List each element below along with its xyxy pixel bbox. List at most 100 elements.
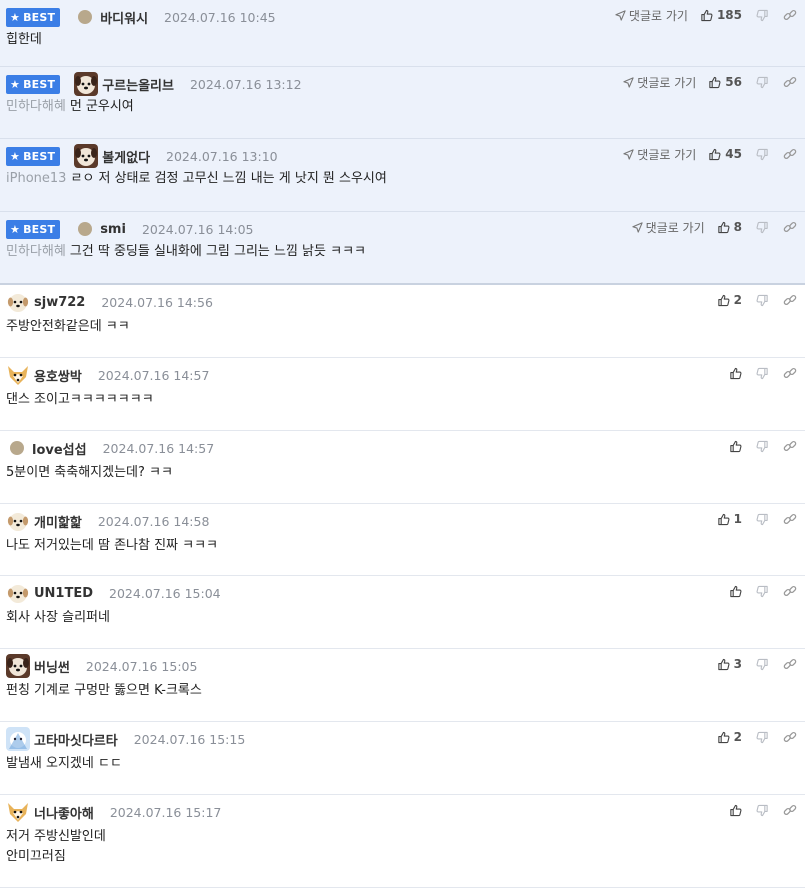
like-button[interactable]: 185 [700, 8, 742, 22]
link-icon[interactable] [783, 75, 797, 89]
best-label: BEST [23, 10, 56, 24]
nickname[interactable]: UN1TED [34, 586, 93, 601]
thumbs-down-icon[interactable] [756, 221, 769, 234]
link-icon[interactable] [783, 730, 797, 744]
location-arrow-icon [623, 76, 637, 88]
nickname[interactable]: 버닝썬 [34, 657, 70, 676]
like-count: 3 [733, 657, 742, 671]
comment-body: 나도 저거있는데 땀 존나참 진짜 ㅋㅋㅋ [6, 536, 218, 556]
avatar[interactable] [10, 441, 24, 455]
like-button[interactable] [729, 440, 742, 453]
puppy-avatar[interactable] [6, 509, 30, 533]
best-comment: ★ BEST smi 2024.07.16 14:05 민하다해혜 그건 딱 중딩들 실내… [0, 212, 805, 285]
like-button[interactable] [729, 804, 742, 817]
nickname[interactable]: 개미핥핥 [34, 512, 82, 531]
comment-date: 2024.07.16 15:05 [85, 658, 198, 674]
like-count: 56 [725, 75, 742, 89]
like-button[interactable]: 3 [717, 657, 742, 671]
comment-actions: 댓글로 가기 45 [623, 144, 797, 164]
device-label: iPhone13 [6, 171, 67, 186]
link-icon[interactable] [783, 366, 797, 380]
like-button[interactable]: 2 [717, 293, 742, 307]
thumbs-down-icon[interactable] [756, 367, 769, 380]
comment-date: 2024.07.16 13:12 [189, 76, 302, 92]
goto-reply-link[interactable]: 댓글로 가기 [623, 146, 696, 163]
like-button[interactable]: 45 [708, 147, 742, 161]
comment-body: 펀칭 기계로 구멍만 뚫으면 K-크록스 [6, 681, 202, 701]
comment-body: iPhone13 ㄹㅇ 저 상태로 검정 고무신 느낌 내는 게 낫지 뭔 스우시… [6, 169, 387, 189]
like-count: 2 [733, 293, 742, 307]
comment-item: 버닝썬 2024.07.16 15:05 펀칭 기계로 구멍만 뚫으면 K-크록스 3 [0, 649, 805, 722]
nickname[interactable]: 볼게없다 [102, 147, 150, 166]
nickname[interactable]: 바디워시 [100, 8, 148, 27]
link-icon[interactable] [783, 657, 797, 671]
link-icon[interactable] [783, 293, 797, 307]
thumbs-up-icon [717, 513, 730, 526]
comment-body: 힙한데 [6, 30, 42, 50]
comment-item: 너나좋아해 2024.07.16 15:17 저거 주방신발인데 안미끄러짐 [0, 795, 805, 888]
nickname[interactable]: smi [100, 222, 126, 237]
thumbs-down-icon[interactable] [756, 294, 769, 307]
link-icon[interactable] [783, 803, 797, 817]
thumbs-down-icon[interactable] [756, 9, 769, 22]
fox-avatar[interactable] [6, 800, 30, 824]
comment-date: 2024.07.16 13:10 [166, 148, 278, 164]
link-icon[interactable] [783, 512, 797, 526]
nickname[interactable]: 구르는올리브 [102, 75, 174, 94]
thumbs-up-icon [717, 731, 730, 744]
nickname[interactable]: 너나좋아해 [34, 803, 94, 822]
like-button[interactable]: 1 [717, 512, 742, 526]
thumbs-down-icon[interactable] [756, 804, 769, 817]
puppy-avatar[interactable] [6, 290, 30, 314]
thumbs-down-icon[interactable] [756, 76, 769, 89]
avatar[interactable] [78, 10, 93, 24]
goto-reply-label: 댓글로 가기 [637, 75, 697, 90]
link-icon[interactable] [783, 147, 797, 161]
thumbs-down-icon[interactable] [756, 148, 769, 161]
like-button[interactable] [729, 367, 742, 380]
thumbs-up-icon [717, 221, 730, 234]
goto-reply-link[interactable]: 댓글로 가기 [615, 7, 688, 24]
best-badge: ★ BEST [6, 146, 61, 166]
comment-text: 그건 딱 중딩들 실내화에 그림 그리는 느낌 낡듯 ㅋㅋㅋ [69, 244, 366, 259]
comment-header: 용호쌍박 2024.07.16 14:57 [6, 363, 209, 387]
comment-item: 용호쌍박 2024.07.16 14:57 댄스 조이고ㅋㅋㅋㅋㅋㅋㅋ [0, 358, 805, 431]
thumbs-up-icon [708, 76, 721, 89]
comment-header: sjw722 2024.07.16 14:56 [6, 290, 213, 314]
like-button[interactable]: 2 [717, 730, 742, 744]
blue-avatar[interactable] [6, 727, 30, 751]
comment-date: 2024.07.16 14:57 [102, 440, 215, 456]
like-button[interactable]: 56 [708, 75, 742, 89]
avatar[interactable] [78, 222, 93, 236]
thumbs-down-icon[interactable] [756, 513, 769, 526]
thumbs-down-icon[interactable] [756, 731, 769, 744]
nickname[interactable]: 고타마싯다르타 [34, 730, 118, 749]
dog-avatar[interactable] [74, 144, 99, 168]
comment-date: 2024.07.16 14:56 [101, 294, 213, 310]
puppy-avatar[interactable] [6, 581, 30, 605]
comment-text: 5분이면 축축해지겠는데? ㅋㅋ [6, 465, 173, 480]
thumbs-down-icon[interactable] [756, 658, 769, 671]
comment-header: 버닝썬 2024.07.16 15:05 [6, 654, 198, 678]
nickname[interactable]: sjw722 [34, 295, 85, 310]
fox-avatar[interactable] [6, 363, 30, 387]
nickname[interactable]: love섭섭 [32, 439, 87, 458]
like-button[interactable] [729, 585, 742, 598]
thumbs-down-icon[interactable] [756, 585, 769, 598]
comment-text: 나도 저거있는데 땀 존나참 진짜 ㅋㅋㅋ [6, 538, 219, 553]
link-icon[interactable] [783, 220, 797, 234]
comment-body: 민하다해혜 먼 군우시여 [6, 97, 134, 117]
link-icon[interactable] [783, 439, 797, 453]
comment-header: 개미핥핥 2024.07.16 14:58 [6, 509, 209, 533]
goto-reply-link[interactable]: 댓글로 가기 [623, 74, 696, 91]
comment-date: 2024.07.16 15:15 [133, 731, 246, 747]
thumbs-down-icon[interactable] [756, 440, 769, 453]
goto-reply-link[interactable]: 댓글로 가기 [631, 219, 705, 236]
link-icon[interactable] [783, 584, 797, 598]
like-button[interactable]: 8 [717, 220, 742, 234]
link-icon[interactable] [783, 8, 797, 22]
nickname[interactable]: 용호쌍박 [34, 366, 82, 385]
dog-avatar[interactable] [6, 654, 30, 678]
best-label: BEST [23, 222, 56, 236]
dog-avatar[interactable] [74, 72, 99, 96]
